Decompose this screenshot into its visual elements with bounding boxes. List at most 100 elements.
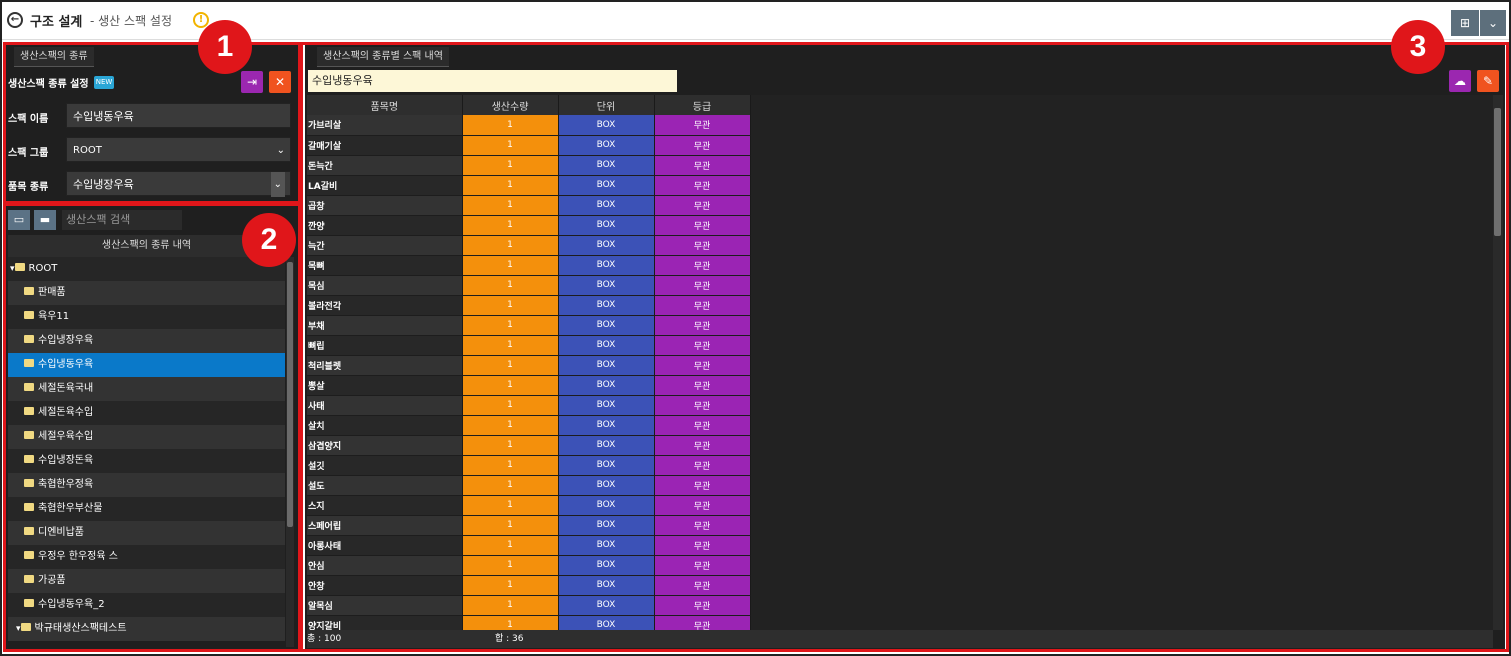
cell-grade[interactable]: 무관	[654, 295, 751, 316]
cell-qty[interactable]: 1	[462, 615, 559, 630]
cell-grade[interactable]: 무관	[654, 375, 751, 396]
cell-name[interactable]: 안창	[307, 575, 463, 596]
cell-qty[interactable]: 1	[462, 115, 559, 136]
tree-item[interactable]: 축협한우정육	[8, 473, 285, 497]
cell-grade[interactable]: 무관	[654, 235, 751, 256]
cell-qty[interactable]: 1	[462, 195, 559, 216]
spec-detail-tab[interactable]: 생산스팩의 종류별 스팩 내역	[317, 47, 449, 67]
cell-grade[interactable]: 무관	[654, 535, 751, 556]
column-header[interactable]: 단위	[558, 95, 655, 115]
table-row[interactable]: 곱창 1 BOX 무관	[307, 195, 751, 216]
cell-qty[interactable]: 1	[462, 515, 559, 536]
cell-name[interactable]: 부채	[307, 315, 463, 336]
cell-qty[interactable]: 1	[462, 595, 559, 616]
tree-item[interactable]: 수입냉장돈육	[8, 449, 285, 473]
cell-grade[interactable]: 무관	[654, 335, 751, 356]
cell-name[interactable]: LA갈비	[307, 175, 463, 196]
cell-qty[interactable]: 1	[462, 235, 559, 256]
cell-qty[interactable]: 1	[462, 275, 559, 296]
tree-item[interactable]: 우정우 한우정육 스	[8, 545, 285, 569]
cell-grade[interactable]: 무관	[654, 455, 751, 476]
table-row[interactable]: 늑간 1 BOX 무관	[307, 235, 751, 256]
cell-grade[interactable]: 무관	[654, 355, 751, 376]
cell-grade[interactable]: 무관	[654, 515, 751, 536]
cell-grade[interactable]: 무관	[654, 575, 751, 596]
cell-qty[interactable]: 1	[462, 495, 559, 516]
cell-unit[interactable]: BOX	[558, 115, 655, 136]
table-row[interactable]: 사태 1 BOX 무관	[307, 395, 751, 416]
cell-grade[interactable]: 무관	[654, 415, 751, 436]
cell-grade[interactable]: 무관	[654, 195, 751, 216]
cell-grade[interactable]: 무관	[654, 215, 751, 236]
table-row[interactable]: 목심 1 BOX 무관	[307, 275, 751, 296]
tree-item[interactable]: 수입냉동우육_2	[8, 593, 285, 617]
cell-grade[interactable]: 무관	[654, 275, 751, 296]
table-row[interactable]: 볼라전각 1 BOX 무관	[307, 295, 751, 316]
cell-qty[interactable]: 1	[462, 475, 559, 496]
cell-name[interactable]: 볼라전각	[307, 295, 463, 316]
cell-qty[interactable]: 1	[462, 335, 559, 356]
cell-qty[interactable]: 1	[462, 355, 559, 376]
cell-unit[interactable]: BOX	[558, 375, 655, 396]
cell-unit[interactable]: BOX	[558, 135, 655, 156]
table-row[interactable]: 돈늑간 1 BOX 무관	[307, 155, 751, 176]
table-row[interactable]: 알목심 1 BOX 무관	[307, 595, 751, 616]
table-row[interactable]: 설깃 1 BOX 무관	[307, 455, 751, 476]
cell-unit[interactable]: BOX	[558, 275, 655, 296]
delete-spec-icon[interactable]: ✕	[269, 71, 291, 93]
tree-item[interactable]: 가공품	[8, 569, 285, 593]
tree-scrollbar-thumb[interactable]	[287, 262, 293, 527]
cell-unit[interactable]: BOX	[558, 175, 655, 196]
cell-name[interactable]: 양지갈비	[307, 615, 463, 630]
spec-group-select[interactable]: ROOT ⌄	[66, 137, 291, 162]
cell-grade[interactable]: 무관	[654, 615, 751, 630]
cell-qty[interactable]: 1	[462, 315, 559, 336]
cell-name[interactable]: 늑간	[307, 235, 463, 256]
column-header[interactable]: 품목명	[307, 95, 463, 115]
cell-name[interactable]: 곱창	[307, 195, 463, 216]
cell-grade[interactable]: 무관	[654, 435, 751, 456]
column-header[interactable]: 생산수량	[462, 95, 559, 115]
spec-type-tab[interactable]: 생산스팩의 종류	[14, 47, 94, 67]
cell-grade[interactable]: 무관	[654, 175, 751, 196]
save-spec-icon[interactable]: ⇥	[241, 71, 263, 93]
cell-qty[interactable]: 1	[462, 135, 559, 156]
table-row[interactable]: 안심 1 BOX 무관	[307, 555, 751, 576]
cell-name[interactable]: 설도	[307, 475, 463, 496]
cell-grade[interactable]: 무관	[654, 255, 751, 276]
header-dropdown-button[interactable]: ⌄	[1480, 10, 1506, 36]
tree-item[interactable]: 판매품	[8, 281, 285, 305]
tree-item[interactable]: 세절돈육수입	[8, 401, 285, 425]
table-row[interactable]: 삼겹양지 1 BOX 무관	[307, 435, 751, 456]
cell-unit[interactable]: BOX	[558, 295, 655, 316]
cell-grade[interactable]: 무관	[654, 115, 751, 136]
tree-item[interactable]: 축협한우부산물	[8, 497, 285, 521]
cell-name[interactable]: 삼겹양지	[307, 435, 463, 456]
eraser-icon[interactable]: ✎	[1477, 70, 1499, 92]
table-scrollbar-thumb[interactable]	[1494, 108, 1501, 236]
cell-unit[interactable]: BOX	[558, 455, 655, 476]
tree-item[interactable]: 수입냉장우육	[8, 329, 285, 353]
cell-name[interactable]: 스지	[307, 495, 463, 516]
cell-name[interactable]: 스페어립	[307, 515, 463, 536]
cell-qty[interactable]: 1	[462, 535, 559, 556]
cell-grade[interactable]: 무관	[654, 315, 751, 336]
table-row[interactable]: 설도 1 BOX 무관	[307, 475, 751, 496]
expand-caret-icon[interactable]: ▾	[10, 264, 15, 274]
cell-name[interactable]: 안심	[307, 555, 463, 576]
cell-qty[interactable]: 1	[462, 375, 559, 396]
table-row[interactable]: 아롱사태 1 BOX 무관	[307, 535, 751, 556]
cell-qty[interactable]: 1	[462, 575, 559, 596]
expand-caret-icon[interactable]: ▾	[16, 624, 21, 634]
cell-name[interactable]: 알목심	[307, 595, 463, 616]
cell-qty[interactable]: 1	[462, 215, 559, 236]
folder-icon[interactable]: ▭	[8, 210, 30, 230]
tree-item[interactable]: 세절우육수입	[8, 425, 285, 449]
cell-name[interactable]: 깐양	[307, 215, 463, 236]
table-row[interactable]: 살치 1 BOX 무관	[307, 415, 751, 436]
cell-unit[interactable]: BOX	[558, 555, 655, 576]
cell-unit[interactable]: BOX	[558, 315, 655, 336]
cell-unit[interactable]: BOX	[558, 475, 655, 496]
cell-name[interactable]: 가브리살	[307, 115, 463, 136]
cell-name[interactable]: 살치	[307, 415, 463, 436]
